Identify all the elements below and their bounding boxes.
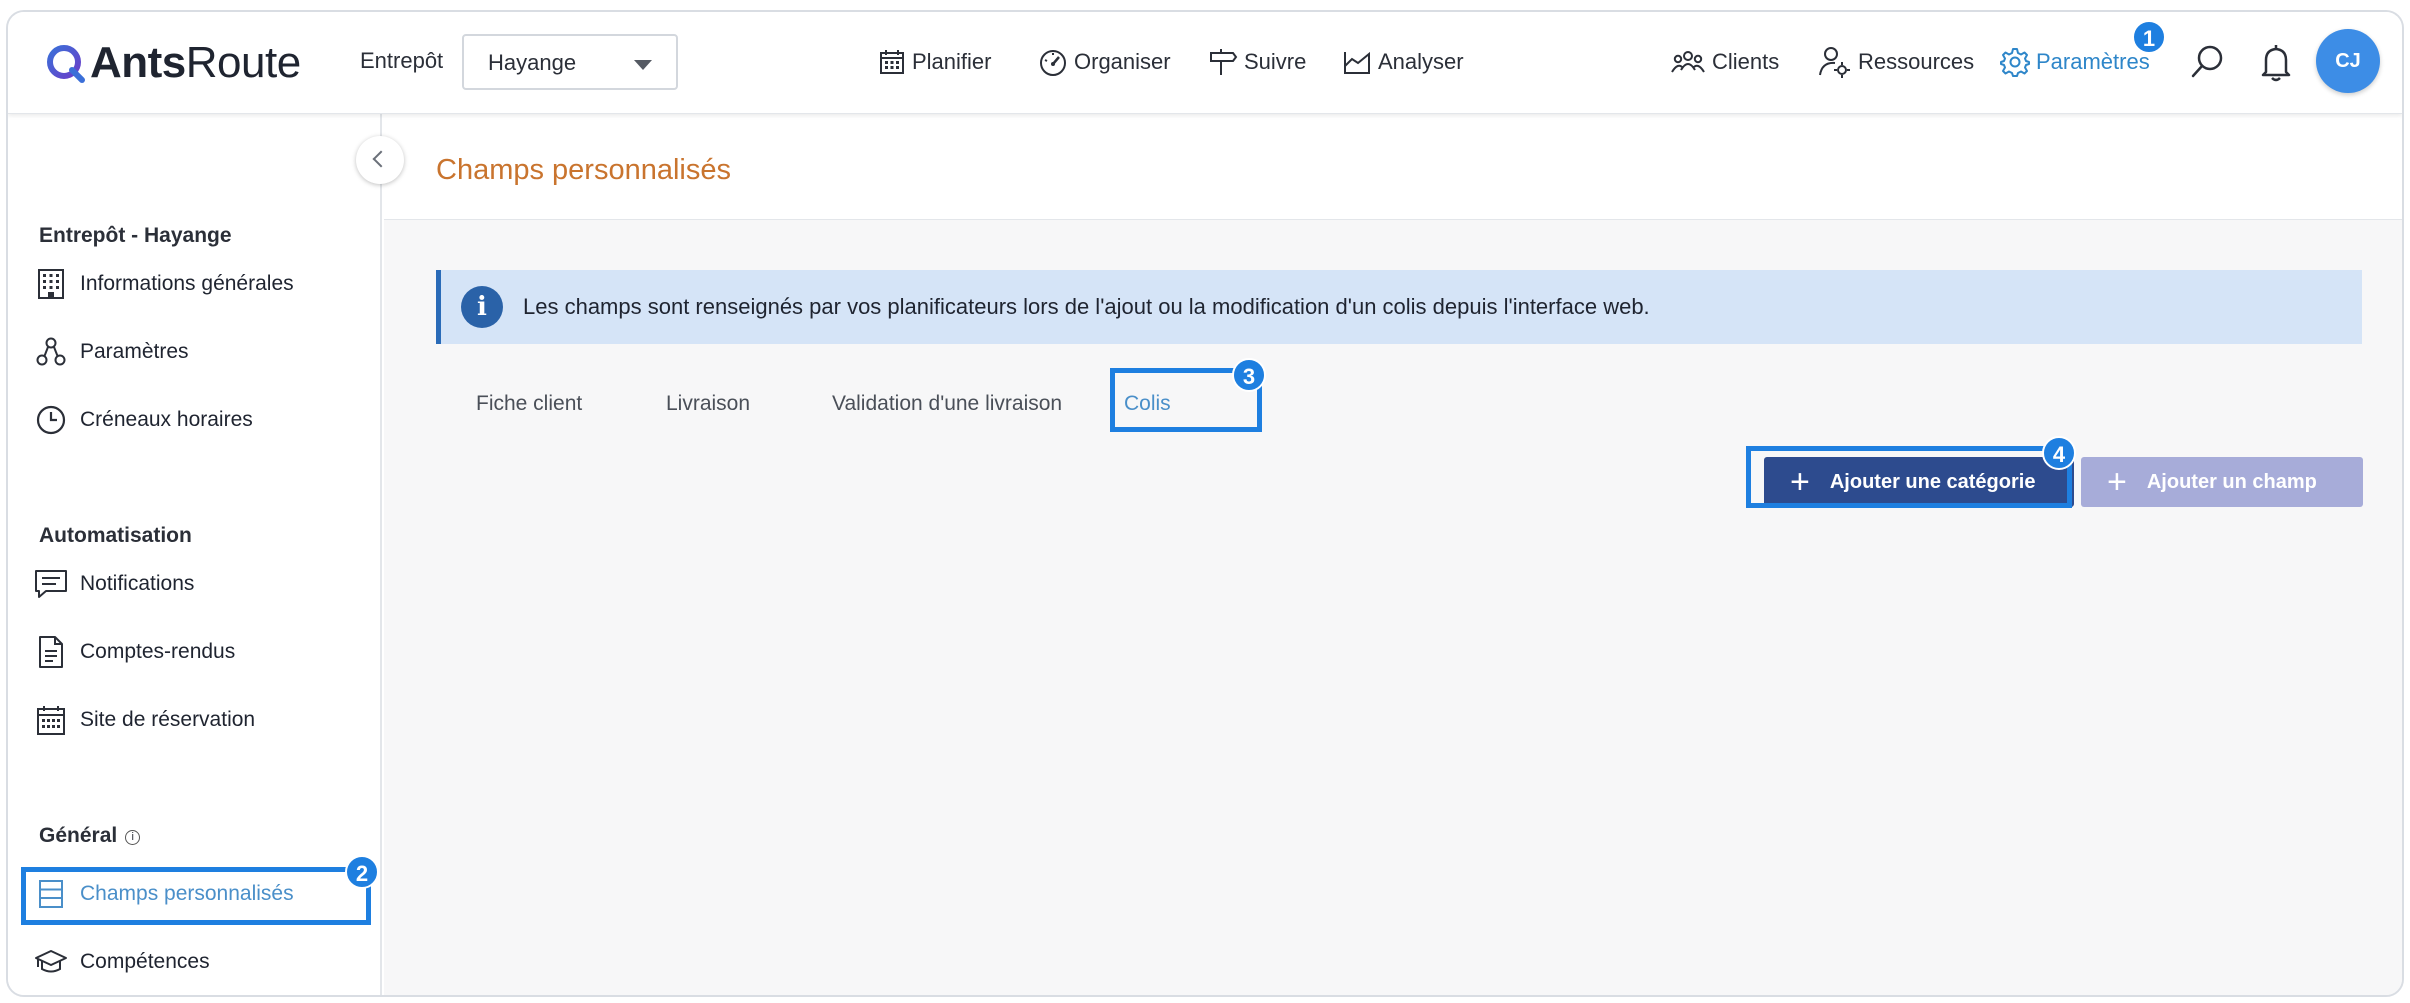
clock-icon bbox=[34, 403, 68, 437]
top-navigation-bar: AntsRoute Entrepôt Hayange Planifier Org… bbox=[8, 12, 2402, 114]
highlight-add-category bbox=[1746, 446, 2072, 508]
sidebar-item-site-de-reservation[interactable]: Site de réservation bbox=[34, 700, 255, 740]
nav-suivre-label: Suivre bbox=[1244, 49, 1307, 74]
page-title: Champs personnalisés bbox=[436, 154, 731, 186]
nav-organiser-label: Organiser bbox=[1074, 49, 1171, 74]
page-header: Champs personnalisés bbox=[384, 114, 2402, 220]
nodes-icon bbox=[34, 335, 68, 369]
nav-organiser[interactable]: Organiser bbox=[1038, 42, 1171, 82]
sidebar-item-creneaux-horaires[interactable]: Créneaux horaires bbox=[34, 400, 253, 440]
antsroute-logo[interactable]: AntsRoute bbox=[44, 38, 301, 88]
nav-clients[interactable]: Clients bbox=[1670, 42, 1779, 82]
step-badge-2: 2 bbox=[345, 855, 379, 889]
logo-mark-icon bbox=[44, 42, 86, 84]
sidebar-item-label: Compétences bbox=[80, 950, 210, 973]
collapse-sidebar-button[interactable] bbox=[356, 136, 404, 184]
sidebar-section-automatisation: Automatisation bbox=[39, 524, 192, 547]
sidebar-section-entrepot: Entrepôt - Hayange bbox=[39, 224, 232, 247]
tab-fiche-client[interactable]: Fiche client bbox=[476, 392, 582, 416]
step-badge-1: 1 bbox=[2132, 20, 2166, 54]
sidebar-item-parametres[interactable]: Paramètres bbox=[34, 332, 189, 372]
calendar-grid-icon bbox=[34, 703, 68, 737]
sidebar-section-general: Général i bbox=[39, 824, 141, 848]
sidebar-item-label: Créneaux horaires bbox=[80, 408, 253, 431]
info-alert: i Les champs sont renseignés par vos pla… bbox=[436, 270, 2362, 344]
highlight-champs-personnalises bbox=[21, 867, 371, 925]
add-field-button[interactable]: + Ajouter un champ bbox=[2081, 457, 2363, 507]
logo-text: AntsRoute bbox=[90, 38, 301, 87]
message-icon bbox=[34, 567, 68, 601]
info-icon[interactable]: i bbox=[125, 830, 141, 845]
entrepot-select-value: Hayange bbox=[488, 50, 577, 75]
sidebar-item-label: Comptes-rendus bbox=[80, 640, 236, 663]
sidebar-item-label: Notifications bbox=[80, 572, 195, 595]
users-icon bbox=[1671, 51, 1705, 73]
step-badge-3: 3 bbox=[1232, 358, 1266, 392]
info-alert-text: Les champs sont renseignés par vos plani… bbox=[523, 294, 1650, 319]
calendar-icon bbox=[880, 50, 904, 74]
entrepot-select[interactable]: Hayange bbox=[462, 34, 678, 90]
plus-icon: + bbox=[2107, 463, 2127, 501]
nav-parametres[interactable]: Paramètres bbox=[2000, 42, 2150, 82]
nav-analyser-label: Analyser bbox=[1378, 49, 1464, 74]
sidebar-item-label: Site de réservation bbox=[80, 708, 256, 731]
nav-clients-label: Clients bbox=[1712, 49, 1780, 74]
chevron-left-icon bbox=[372, 150, 390, 168]
sidebar-item-comptes-rendus[interactable]: Comptes-rendus bbox=[34, 632, 235, 672]
nav-ressources[interactable]: Ressources bbox=[1818, 42, 1974, 82]
main-content: Champs personnalisés i Les champs sont r… bbox=[384, 114, 2402, 995]
gauge-icon bbox=[1040, 50, 1066, 76]
building-icon bbox=[34, 267, 68, 301]
settings-sidebar: Entrepôt - Hayange Informations générale… bbox=[8, 114, 382, 995]
sidebar-item-label: Informations générales bbox=[80, 272, 294, 295]
sidebar-item-informations-generales[interactable]: Informations générales bbox=[34, 264, 294, 304]
nav-analyser[interactable]: Analyser bbox=[1342, 42, 1464, 82]
info-icon: i bbox=[461, 286, 503, 328]
nav-suivre[interactable]: Suivre bbox=[1208, 42, 1306, 82]
nav-planifier-label: Planifier bbox=[912, 49, 992, 74]
sidebar-item-label: Paramètres bbox=[80, 340, 189, 363]
gear-icon bbox=[2000, 48, 2030, 77]
nav-planifier[interactable]: Planifier bbox=[878, 42, 991, 82]
tab-livraison[interactable]: Livraison bbox=[666, 392, 750, 416]
nav-parametres-label: Paramètres bbox=[2036, 49, 2150, 74]
app-window: AntsRoute Entrepôt Hayange Planifier Org… bbox=[6, 10, 2404, 997]
add-field-label: Ajouter un champ bbox=[2146, 470, 2317, 493]
sidebar-item-competences[interactable]: Compétences bbox=[34, 942, 210, 982]
chart-area-icon bbox=[1344, 51, 1370, 74]
notifications-button[interactable] bbox=[2258, 42, 2294, 87]
caret-down-icon bbox=[634, 60, 652, 70]
user-avatar[interactable]: CJ bbox=[2316, 29, 2380, 93]
search-button[interactable] bbox=[2188, 42, 2228, 87]
bell-icon bbox=[2261, 45, 2291, 82]
user-gear-icon bbox=[1819, 47, 1850, 78]
sidebar-section-general-label: Général bbox=[39, 824, 118, 847]
nav-ressources-label: Ressources bbox=[1858, 49, 1975, 74]
search-icon bbox=[2191, 45, 2223, 78]
graduation-cap-icon bbox=[34, 945, 68, 979]
signpost-icon bbox=[1210, 49, 1238, 75]
tab-validation-livraison[interactable]: Validation d'une livraison bbox=[832, 392, 1062, 416]
entrepot-label: Entrepôt bbox=[360, 48, 444, 73]
sidebar-item-notifications[interactable]: Notifications bbox=[34, 564, 194, 604]
step-badge-4: 4 bbox=[2042, 436, 2076, 470]
document-icon bbox=[34, 635, 68, 669]
